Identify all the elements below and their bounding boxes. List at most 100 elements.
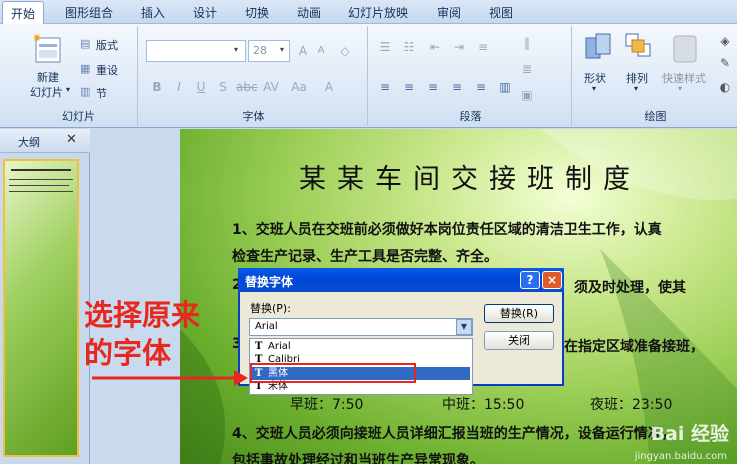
section-button[interactable]: 节 bbox=[96, 85, 107, 101]
slide-text-line[interactable]: 检查生产记录、生产工具是否完整、齐全。 bbox=[232, 246, 498, 266]
font-group-label: 字体 bbox=[242, 110, 265, 123]
close-dialog-button[interactable]: 关闭 bbox=[484, 331, 554, 350]
char-spacing-icon[interactable]: AV bbox=[262, 78, 280, 96]
shift-middle[interactable]: 中班：15:50 bbox=[442, 394, 524, 414]
slide-title[interactable]: 某某车间交接班制度 bbox=[240, 157, 700, 196]
align-left-icon[interactable]: ≡ bbox=[376, 78, 394, 96]
truetype-icon: T bbox=[255, 341, 263, 352]
new-slide-label[interactable]: 新建 bbox=[37, 69, 59, 85]
font-color-icon[interactable]: A bbox=[320, 78, 338, 96]
chevron-down-icon[interactable]: ▾ bbox=[634, 84, 638, 93]
replace-label: 替换(P): bbox=[250, 302, 291, 315]
layout-button[interactable]: 版式 bbox=[96, 37, 118, 53]
chevron-down-icon[interactable]: ▾ bbox=[678, 84, 682, 93]
watermark-logo: Bai 经验 bbox=[650, 423, 729, 445]
thumb-text-line bbox=[9, 185, 69, 186]
close-button[interactable]: × bbox=[542, 271, 562, 289]
columns-icon[interactable]: ▥ bbox=[496, 78, 514, 96]
justify-icon[interactable]: ≡ bbox=[448, 78, 466, 96]
tab-outline[interactable]: 大纲 bbox=[18, 134, 40, 150]
align-right-icon[interactable]: ≡ bbox=[424, 78, 442, 96]
bullets-icon[interactable]: ☰ bbox=[376, 38, 394, 56]
slide-text-line[interactable]: 在指定区域准备接班， bbox=[564, 336, 704, 356]
thumb-title-line bbox=[11, 169, 71, 171]
shape-outline-icon[interactable]: ✎ bbox=[716, 54, 734, 72]
grow-font-icon[interactable]: A bbox=[294, 42, 312, 60]
shapes-icon[interactable] bbox=[584, 32, 614, 66]
font-name-combo[interactable] bbox=[146, 40, 246, 62]
thumb-text-line bbox=[9, 179, 73, 180]
quick-styles-icon[interactable] bbox=[670, 32, 700, 66]
watermark-url: jingyan.baidu.com bbox=[634, 451, 727, 462]
slide-text-line[interactable]: 包括事故处理经过和当班生产异常现象。 bbox=[232, 450, 484, 464]
tab-home[interactable]: 开始 bbox=[2, 1, 45, 25]
shift-night[interactable]: 夜班：23:50 bbox=[590, 394, 672, 414]
shape-fill-icon[interactable]: ◈ bbox=[716, 32, 734, 50]
replace-button[interactable]: 替换(R) bbox=[484, 304, 554, 323]
close-icon[interactable]: ✕ bbox=[66, 132, 77, 147]
tab-review[interactable]: 审阅 bbox=[437, 4, 461, 21]
svg-text:✷: ✷ bbox=[32, 32, 42, 45]
thumb-text-line bbox=[9, 191, 73, 192]
ribbon: ✷ 新建 幻灯片 ▾ ▤ 版式 ▦ 重设 ▥ 节 幻灯片 ▾ 28 ▾ A A … bbox=[0, 24, 737, 128]
slide-text-line[interactable]: 须及时处理，使其 bbox=[574, 277, 686, 297]
chevron-down-icon[interactable]: ▾ bbox=[592, 84, 596, 93]
shift-morning[interactable]: 早班：7:50 bbox=[290, 394, 363, 414]
font-group: ▾ 28 ▾ A A ◇ B I U S abc AV Aa A 字体 bbox=[140, 26, 368, 126]
slide-thumbnail[interactable] bbox=[3, 159, 79, 457]
arrange-icon[interactable] bbox=[624, 32, 654, 66]
tab-insert[interactable]: 插入 bbox=[141, 4, 165, 21]
layout-icon: ▤ bbox=[80, 37, 91, 50]
slide-text-line[interactable]: 1、交班人员在交班前必须做好本岗位责任区域的清洁卫生工作，认真 bbox=[232, 219, 662, 239]
slide-text-line[interactable]: 4、交班人员必须向接班人员详细汇报当班的生产情况，设备运行情况， bbox=[232, 423, 676, 443]
align-center-icon[interactable]: ≡ bbox=[400, 78, 418, 96]
new-slide-dropdown-label[interactable]: 幻灯片 bbox=[30, 84, 63, 100]
increase-indent-icon[interactable]: ⇥ bbox=[450, 38, 468, 56]
reset-icon: ▦ bbox=[80, 62, 91, 75]
help-button[interactable]: ? bbox=[520, 271, 540, 289]
dialog-title: 替换字体 bbox=[245, 275, 294, 289]
decrease-indent-icon[interactable]: ⇤ bbox=[426, 38, 444, 56]
new-slide-icon[interactable]: ✷ bbox=[32, 32, 62, 64]
ribbon-tab-bar: 开始 图形组合 插入 设计 切换 动画 幻灯片放映 审阅 视图 bbox=[0, 0, 737, 25]
text-direction-icon[interactable]: ‖ bbox=[518, 34, 536, 52]
reset-button[interactable]: 重设 bbox=[96, 62, 118, 78]
change-case-icon[interactable]: Aa bbox=[290, 78, 308, 96]
drawing-group-label: 绘图 bbox=[644, 110, 667, 123]
replace-font-select[interactable]: Arial ▼ bbox=[249, 318, 473, 336]
chevron-down-icon[interactable]: ▼ bbox=[456, 319, 472, 335]
tab-slideshow[interactable]: 幻灯片放映 bbox=[348, 4, 408, 21]
slides-panel: 大纲 ✕ bbox=[0, 129, 90, 464]
tab-shape-group[interactable]: 图形组合 bbox=[65, 4, 113, 21]
panel-header: 大纲 ✕ bbox=[0, 129, 90, 153]
shrink-font-icon[interactable]: A bbox=[312, 42, 330, 60]
italic-icon[interactable]: I bbox=[170, 78, 188, 96]
slides-group: ✷ 新建 幻灯片 ▾ ▤ 版式 ▦ 重设 ▥ 节 幻灯片 bbox=[20, 26, 138, 126]
numbering-icon[interactable]: ☷ bbox=[400, 38, 418, 56]
shape-effects-icon[interactable]: ◐ bbox=[716, 78, 734, 96]
chevron-down-icon[interactable]: ▾ bbox=[280, 45, 284, 54]
chevron-down-icon[interactable]: ▾ bbox=[66, 85, 70, 94]
underline-icon[interactable]: U bbox=[192, 78, 210, 96]
align-text-icon[interactable]: ≣ bbox=[518, 60, 536, 78]
tab-animations[interactable]: 动画 bbox=[297, 4, 321, 21]
slides-group-label: 幻灯片 bbox=[62, 110, 95, 123]
annotation-arrow-icon bbox=[92, 370, 248, 386]
bold-icon[interactable]: B bbox=[148, 78, 166, 96]
clear-format-icon[interactable]: ◇ bbox=[336, 42, 354, 60]
list-item[interactable]: T Arial bbox=[252, 340, 470, 353]
replace-font-dialog: 替换字体 ? × 替换(P): Arial ▼ T Arial T Calibri … bbox=[238, 268, 564, 395]
tab-transitions[interactable]: 切换 bbox=[245, 4, 269, 21]
tab-design[interactable]: 设计 bbox=[193, 4, 217, 21]
smartart-icon[interactable]: ▣ bbox=[518, 86, 536, 104]
section-icon: ▥ bbox=[80, 85, 91, 98]
chevron-down-icon[interactable]: ▾ bbox=[234, 45, 238, 54]
dialog-titlebar: 替换字体 bbox=[238, 268, 564, 292]
strikethrough-icon[interactable]: abc bbox=[236, 78, 258, 96]
tab-view[interactable]: 视图 bbox=[489, 4, 513, 21]
shadow-icon[interactable]: S bbox=[214, 78, 232, 96]
distribute-icon[interactable]: ≡ bbox=[472, 78, 490, 96]
line-spacing-icon[interactable]: ≡ bbox=[474, 38, 492, 56]
drawing-group: 形状 ▾ 排列 ▾ 快速样式 ▾ ◈ ✎ ◐ 绘图 bbox=[574, 26, 737, 126]
quick-styles-button[interactable]: 快速样式 bbox=[662, 70, 706, 86]
